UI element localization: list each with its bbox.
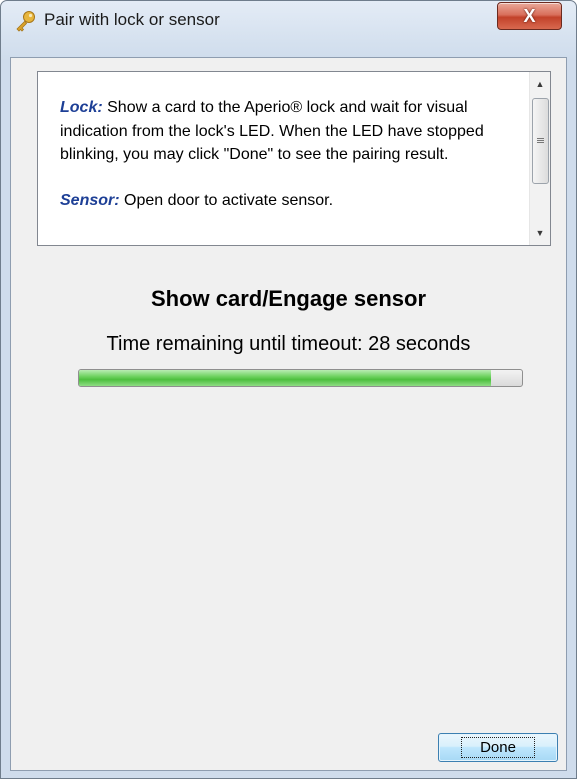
scroll-down-icon[interactable]: ▼ [530, 223, 550, 243]
lock-instruction: Lock: Show a card to the Aperio® lock an… [60, 96, 514, 167]
sensor-instruction-text: Open door to activate sensor. [119, 191, 334, 209]
done-label: Done [461, 737, 535, 758]
status-heading: Show card/Engage sensor [150, 286, 427, 311]
close-icon: X [523, 5, 536, 26]
instructions-text: Lock: Show a card to the Aperio® lock an… [60, 96, 514, 234]
window-title: Pair with lock or sensor [44, 10, 220, 29]
scroll-thumb[interactable] [532, 98, 549, 184]
done-button[interactable]: Done [438, 733, 558, 762]
lock-instruction-text: Show a card to the Aperio® lock and wait… [60, 99, 484, 163]
timeout-progress-bar [78, 369, 523, 387]
sensor-keyword: Sensor: [60, 191, 120, 209]
scroll-up-icon[interactable]: ▲ [530, 74, 550, 94]
dialog-client-area: Lock: Show a card to the Aperio® lock an… [10, 57, 567, 771]
pair-dialog-window: Pair with lock or sensor X Lock: Show a … [0, 0, 577, 779]
title-bar[interactable]: Pair with lock or sensor X [1, 1, 576, 41]
instructions-scrollbar[interactable]: ▲ ▼ [529, 72, 550, 245]
grip-icon [537, 138, 544, 144]
timeout-text: Time remaining until timeout: 28 seconds [106, 333, 471, 355]
close-button[interactable]: X [497, 2, 562, 30]
progress-fill [79, 370, 491, 386]
instructions-box[interactable]: Lock: Show a card to the Aperio® lock an… [37, 71, 551, 246]
lock-keyword: Lock: [60, 99, 103, 116]
key-icon [13, 9, 37, 33]
sensor-instruction: Sensor: Open door to activate sensor. [60, 189, 514, 213]
